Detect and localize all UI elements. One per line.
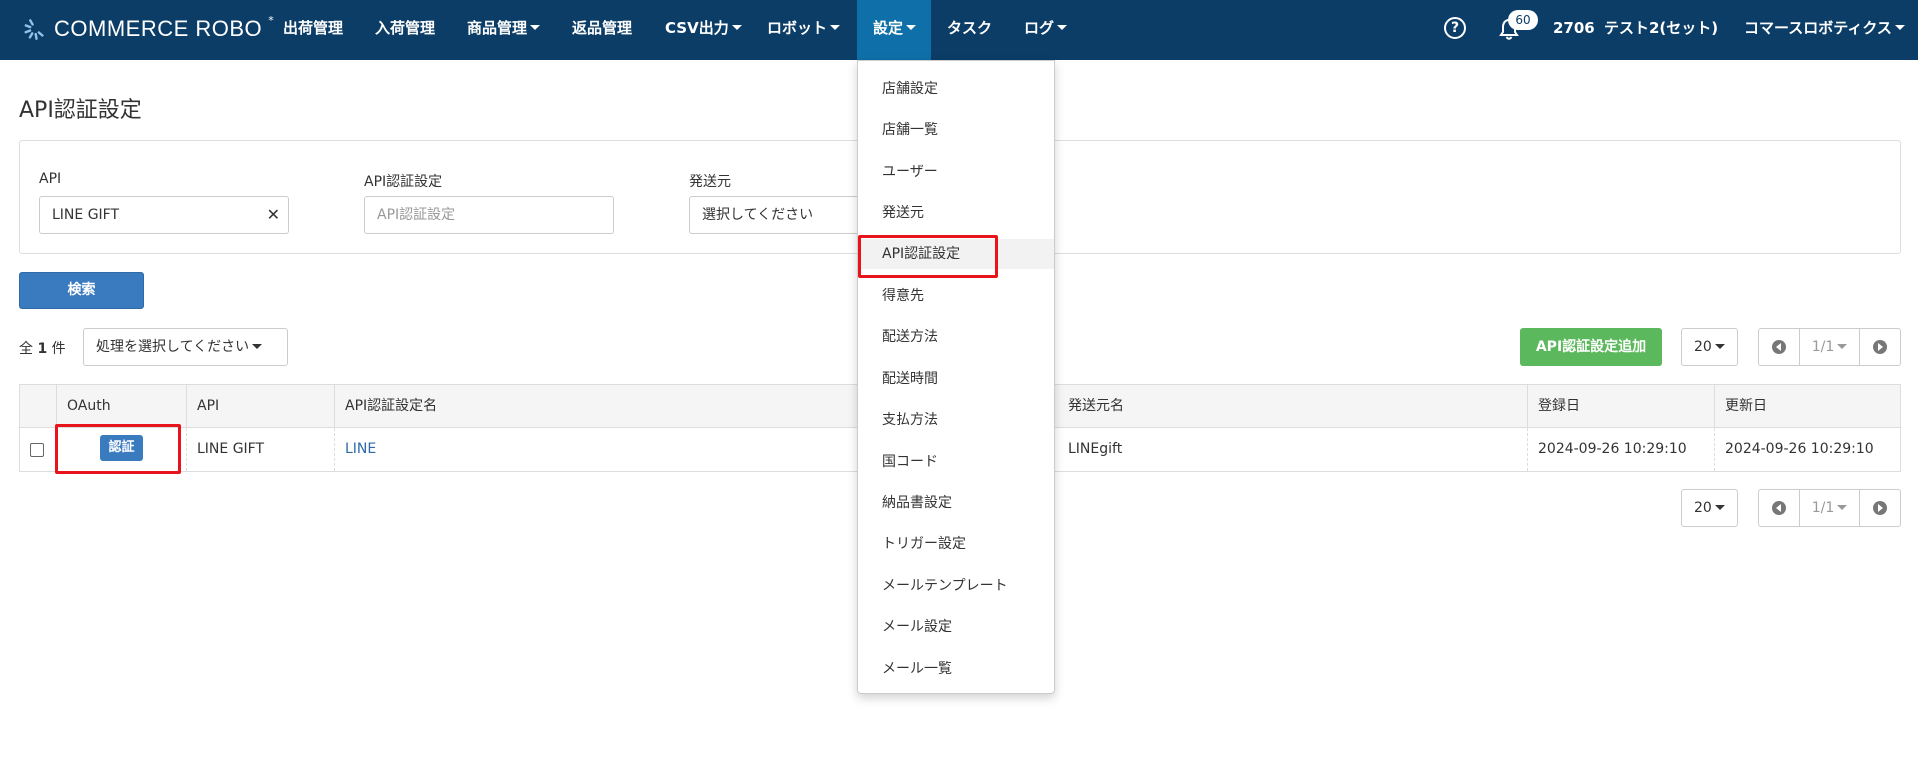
highlight-box-api-auth-menu [858,235,998,278]
next-page-button[interactable] [1860,329,1900,365]
chevron-left-circle-icon [1772,501,1786,515]
prev-page-button[interactable] [1759,490,1799,526]
nav-tasks[interactable]: タスク [947,0,992,60]
column-header-oauth: OAuth [56,385,186,428]
auth-filter-input[interactable]: API認証設定 [364,196,614,234]
brand-star-icon: * [268,13,274,27]
next-page-button[interactable] [1860,490,1900,526]
sender-filter-label: 発送元 [689,174,731,190]
row-select-cell [20,428,56,471]
column-header-sender: 発送元名 [1068,398,1124,414]
nav-returns[interactable]: 返品管理 [572,0,632,60]
page-select[interactable]: 1/1 [1799,329,1860,365]
menu-item-delivery-method[interactable]: 配送方法 [858,322,1054,352]
chevron-left-circle-icon [1772,340,1786,354]
chevron-down-icon [1714,343,1725,349]
menu-item-delivery-time[interactable]: 配送時間 [858,364,1054,394]
menu-item-users[interactable]: ユーザー [858,157,1054,187]
chevron-right-circle-icon [1873,501,1887,515]
auth-name-link[interactable]: LINE [345,441,376,457]
chevron-down-icon [1714,504,1725,510]
company-menu[interactable]: コマースロボティクス [1744,0,1905,60]
per-page-select-bottom[interactable]: 20 [1681,489,1738,527]
chevron-down-icon [830,25,841,30]
auth-filter-label: API認証設定 [364,174,443,190]
brand-logo-icon [24,19,44,40]
menu-item-store-settings[interactable]: 店舗設定 [858,74,1054,104]
top-navbar: COMMERCE ROBO * 出荷管理 入荷管理 商品管理 返品管理 CSV出… [0,0,1918,60]
column-header-created: 登録日 [1527,385,1714,428]
clear-icon[interactable]: ✕ [267,197,280,233]
search-button[interactable]: 検索 [19,272,144,309]
sender-cell: LINEgift [1068,441,1123,457]
brand-logo[interactable]: COMMERCE ROBO * [22,14,274,44]
api-filter-input[interactable]: LINE GIFT ✕ [39,196,289,234]
chevron-right-circle-icon [1873,340,1887,354]
menu-item-payment-method[interactable]: 支払方法 [858,405,1054,435]
api-cell: LINE GIFT [186,428,334,471]
updated-cell: 2024-09-26 10:29:10 [1714,428,1900,471]
chevron-down-icon [731,25,742,30]
notification-badge: 60 [1508,10,1538,30]
chevron-down-icon [1837,504,1848,510]
pagination: 1/1 [1758,328,1901,366]
add-api-auth-button[interactable]: API認証設定追加 [1520,328,1662,366]
menu-item-mail-list[interactable]: メール一覧 [858,654,1054,684]
api-filter-label: API [39,171,62,187]
page-title: API認証設定 [19,98,142,123]
user-id: 2706 [1553,19,1595,37]
row-checkbox[interactable] [30,443,44,457]
chevron-down-icon [1057,25,1068,30]
highlight-box-oauth [55,424,181,474]
nav-products[interactable]: 商品管理 [467,0,541,60]
menu-item-customers[interactable]: 得意先 [858,281,1054,311]
menu-item-sender[interactable]: 発送元 [858,198,1054,228]
nav-shipping[interactable]: 出荷管理 [283,0,343,60]
menu-item-mail-settings[interactable]: メール設定 [858,612,1054,642]
nav-robot[interactable]: ロボット [767,0,841,60]
menu-item-mail-template[interactable]: メールテンプレート [858,571,1054,601]
nav-receiving[interactable]: 入荷管理 [375,0,435,60]
help-icon[interactable]: ? [1444,17,1466,39]
column-header-api: API [186,385,334,428]
select-column-header [20,385,56,428]
bulk-action-select[interactable]: 処理を選択してください [83,328,288,366]
prev-page-button[interactable] [1759,329,1799,365]
created-cell: 2024-09-26 10:29:10 [1527,428,1714,471]
chevron-down-icon [906,25,917,30]
nav-settings[interactable]: 設定 [857,0,931,60]
chevron-down-icon [1894,25,1905,30]
brand-name: COMMERCE ROBO [54,16,263,41]
total-count: 全 1 件 [19,341,66,357]
per-page-select[interactable]: 20 [1681,328,1738,366]
chevron-down-icon [252,343,263,349]
menu-item-invoice-settings[interactable]: 納品書設定 [858,488,1054,518]
chevron-down-icon [530,25,541,30]
menu-item-country-code[interactable]: 国コード [858,447,1054,477]
nav-csv-export[interactable]: CSV出力 [665,0,742,60]
settings-dropdown-menu: 店舗設定 店舗一覧 ユーザー 発送元 API認証設定 得意先 配送方法 配送時間… [857,60,1055,694]
column-header-updated: 更新日 [1714,385,1900,428]
sender-filter-select[interactable]: 選択してください [689,196,869,234]
menu-item-store-list[interactable]: 店舗一覧 [858,115,1054,145]
menu-item-trigger-settings[interactable]: トリガー設定 [858,529,1054,559]
user-menu[interactable]: テスト2(セット) [1604,0,1718,60]
nav-logs[interactable]: ログ [1024,0,1068,60]
pagination-bottom: 1/1 [1758,489,1901,527]
chevron-down-icon [1837,343,1848,349]
page-select[interactable]: 1/1 [1799,490,1860,526]
